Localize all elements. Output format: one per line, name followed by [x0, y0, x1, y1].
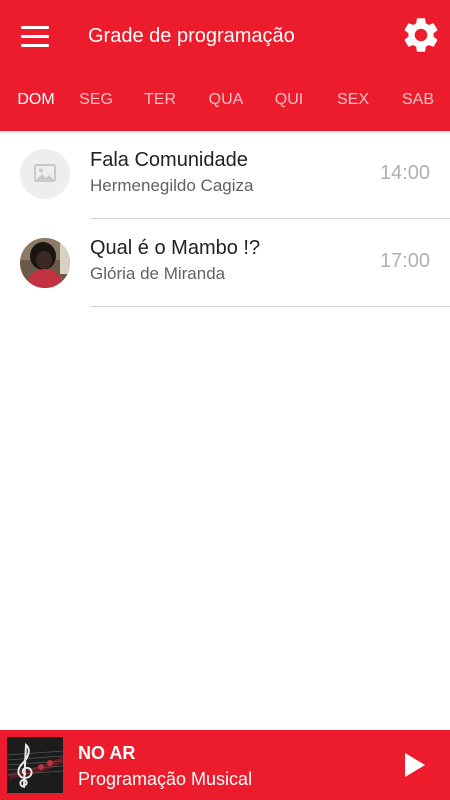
schedule-item[interactable]: Fala Comunidade Hermenegildo Cagiza 14:0… — [0, 131, 450, 219]
tab-seg[interactable]: SEG — [64, 72, 128, 128]
play-icon — [405, 753, 425, 777]
program-title: Fala Comunidade — [90, 149, 248, 171]
settings-button[interactable] — [400, 14, 442, 56]
toolbar: Grade de programação — [0, 0, 450, 72]
program-time: 14:00 — [379, 162, 430, 184]
schedule-item[interactable]: Qual é o Mambo !? Glória de Miranda 17:0… — [0, 219, 450, 307]
day-tabs: DOM SEG TER QUA QUI SEX SAB — [0, 72, 450, 128]
menu-button[interactable] — [14, 18, 56, 54]
tab-dom[interactable]: DOM — [0, 72, 72, 128]
play-button[interactable] — [394, 745, 434, 785]
tab-ter[interactable]: TER — [128, 72, 192, 128]
gear-icon — [404, 18, 438, 52]
schedule-list: Fala Comunidade Hermenegildo Cagiza 14:0… — [0, 131, 450, 307]
now-playing-title: Programação Musical — [78, 769, 253, 789]
tab-sex[interactable]: SEX — [321, 72, 385, 128]
host-photo — [20, 238, 70, 288]
app-bar: Grade de programação DOM SEG TER QUA QUI… — [0, 0, 450, 131]
program-title: Qual é o Mambo !? — [90, 237, 261, 259]
page-title: Grade de programação — [88, 25, 295, 47]
image-placeholder-icon — [34, 164, 56, 182]
tab-qui[interactable]: QUI — [257, 72, 321, 128]
program-avatar — [20, 149, 70, 199]
program-time: 17:00 — [379, 250, 430, 272]
now-playing-bar[interactable]: NO AR Programação Musical — [0, 730, 450, 800]
program-avatar — [20, 238, 70, 288]
row-divider — [90, 306, 450, 307]
program-host: Hermenegildo Cagiza — [90, 176, 254, 195]
treble-clef-icon — [7, 737, 63, 793]
tab-qua[interactable]: QUA — [194, 72, 258, 128]
live-label: NO AR — [78, 743, 136, 763]
album-cover — [7, 737, 63, 793]
tab-sab[interactable]: SAB — [386, 72, 450, 128]
program-host: Glória de Miranda — [90, 264, 226, 283]
